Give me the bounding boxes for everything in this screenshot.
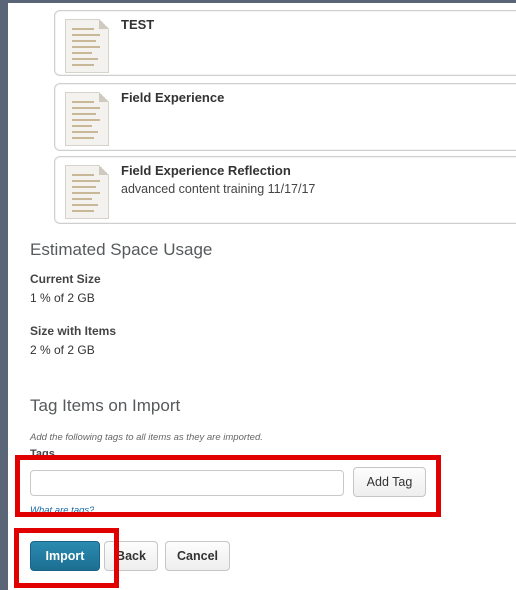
item-title: TEST: [121, 17, 155, 32]
current-size-label: Current Size: [30, 272, 101, 286]
item-card-field-experience[interactable]: Field Experience: [54, 83, 516, 151]
tags-highlight-box: [15, 455, 441, 517]
document-icon: [65, 92, 109, 146]
document-icon: [65, 19, 109, 73]
item-title: Field Experience: [121, 90, 225, 105]
size-with-items-value: 2 % of 2 GB: [30, 343, 95, 357]
item-title: Field Experience Reflection: [121, 163, 291, 178]
window-frame-top: [0, 0, 516, 3]
size-with-items-label: Size with Items: [30, 324, 117, 338]
window-frame-left: [0, 0, 8, 590]
space-usage-heading: Estimated Space Usage: [30, 240, 213, 259]
current-size-value: 1 % of 2 GB: [30, 291, 95, 305]
item-card-test[interactable]: TEST: [54, 10, 516, 76]
item-subtitle: advanced content training 11/17/17: [121, 182, 316, 196]
import-highlight-box: [14, 528, 119, 588]
document-icon: [65, 165, 109, 219]
tag-help-text: Add the following tags to all items as t…: [30, 432, 263, 443]
cancel-button[interactable]: Cancel: [165, 541, 230, 571]
item-card-field-experience-reflection[interactable]: Field Experience Reflection advanced con…: [54, 156, 516, 224]
tag-items-heading: Tag Items on Import: [30, 396, 181, 415]
